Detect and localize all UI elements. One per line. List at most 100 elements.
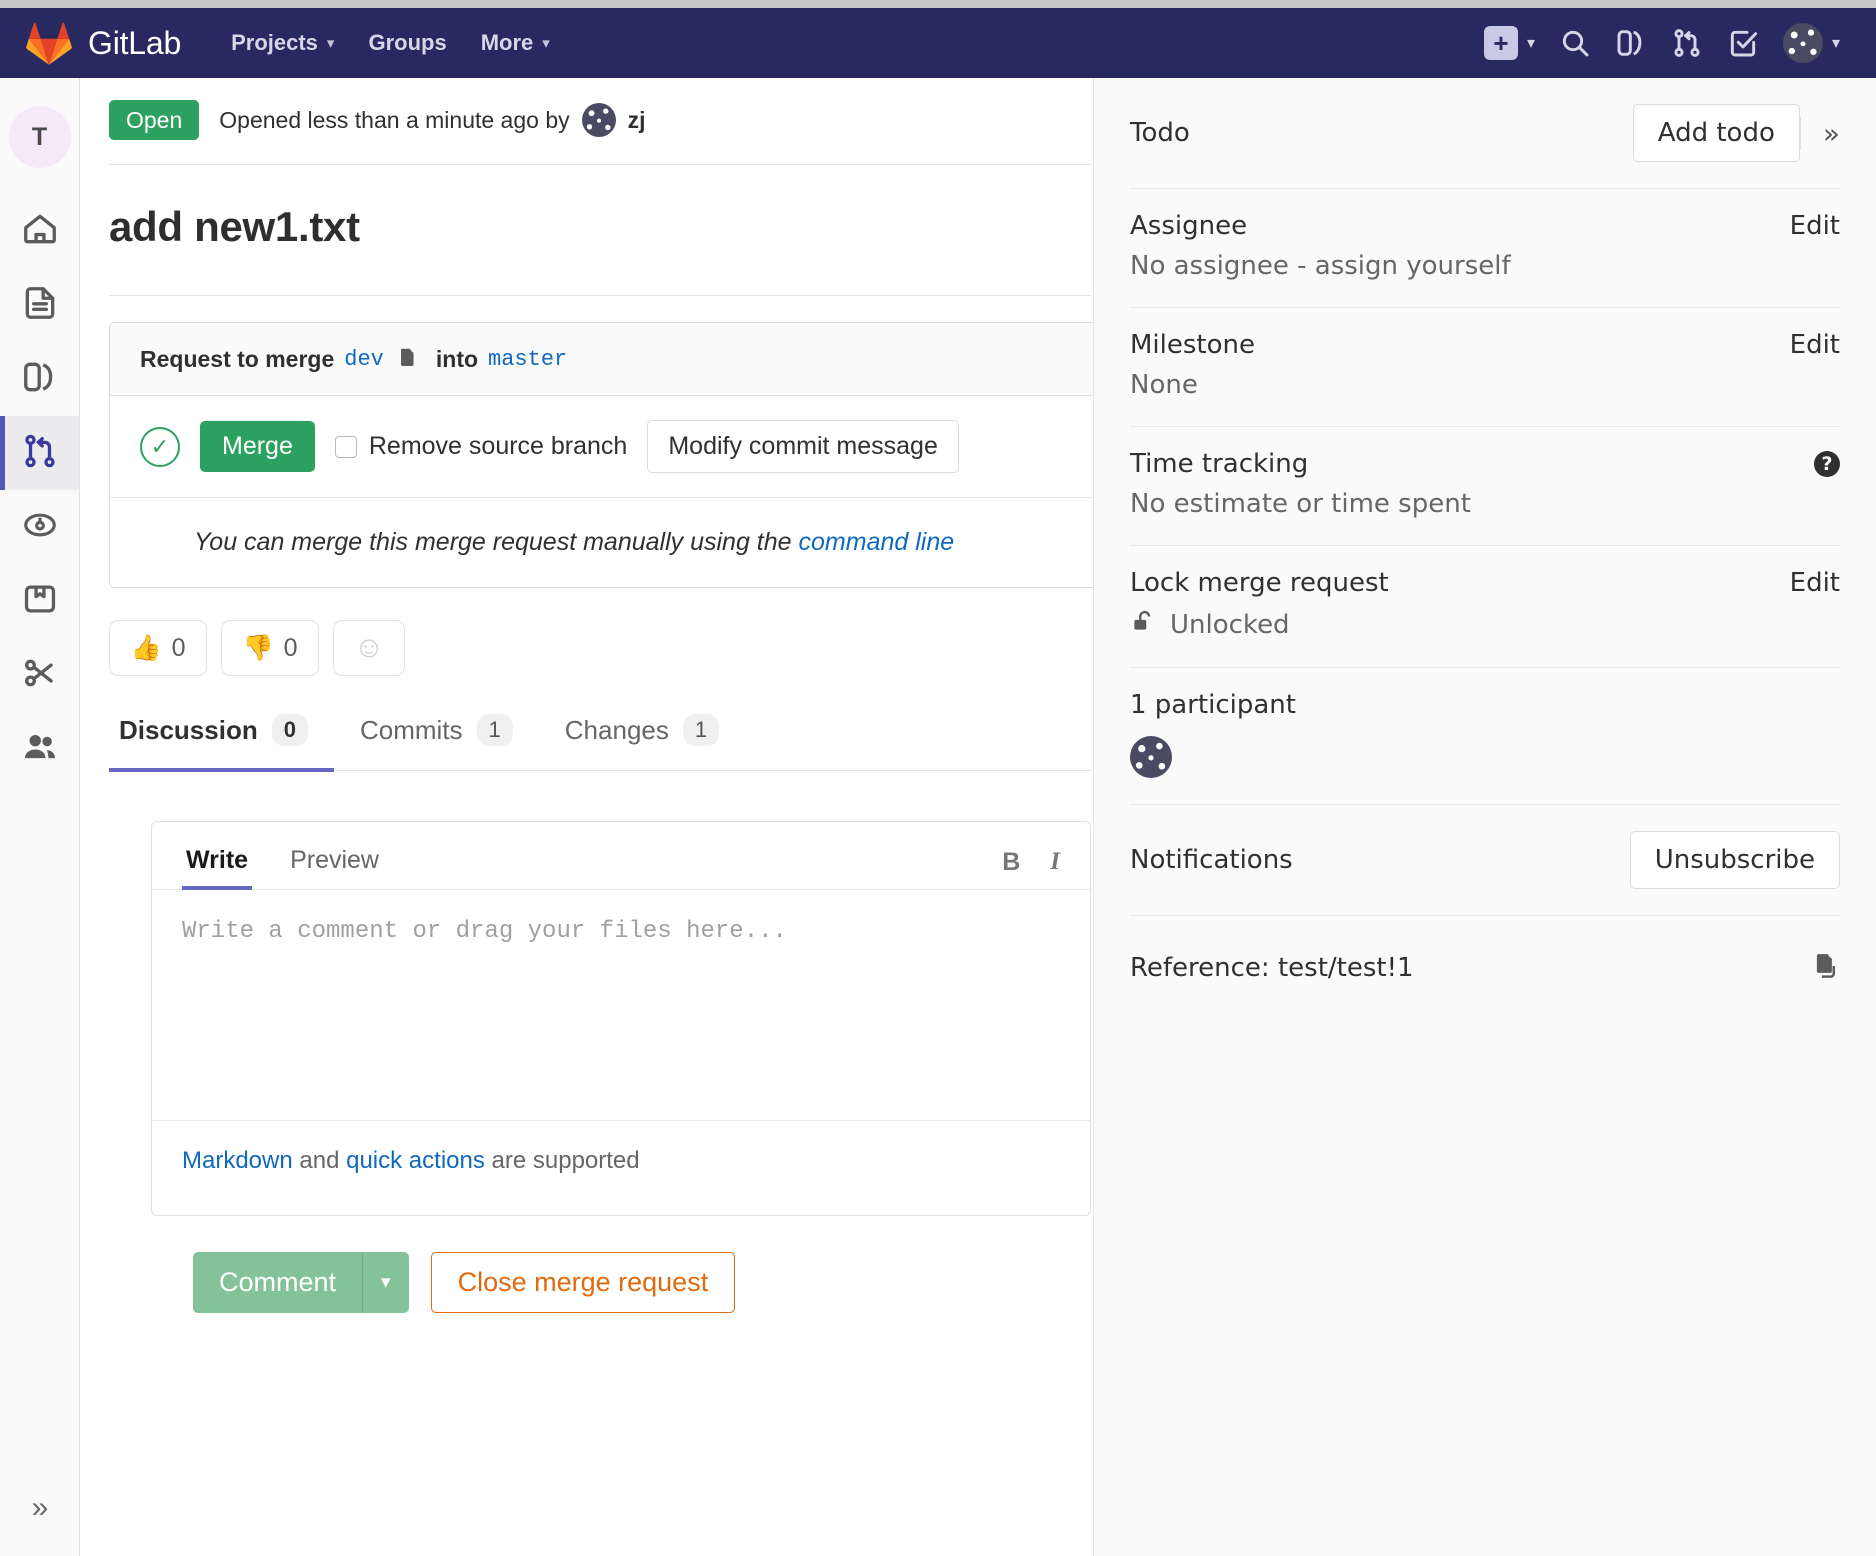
- pipelines-gauge-icon: [21, 506, 59, 549]
- copy-branch-icon[interactable]: [394, 345, 420, 373]
- thumbs-up-reaction[interactable]: 👍 0: [109, 620, 207, 677]
- help-icon[interactable]: ?: [1814, 451, 1840, 477]
- project-avatar[interactable]: T: [8, 106, 71, 168]
- collapse-sidebar-icon[interactable]: »: [1799, 116, 1840, 150]
- assignee-block: Assignee Edit No assignee - assign yours…: [1130, 189, 1840, 308]
- source-branch-link[interactable]: dev: [344, 347, 384, 372]
- comment-editor-toolbar: B I: [1002, 848, 1060, 889]
- notifications-row: Notifications Unsubscribe: [1130, 805, 1840, 916]
- nav-projects[interactable]: Projects ▾: [231, 30, 334, 56]
- assignee-value[interactable]: No assignee - assign yourself: [1130, 251, 1840, 281]
- lock-value-row: Unlocked: [1130, 608, 1840, 641]
- command-line-link[interactable]: command line: [799, 528, 955, 556]
- sidebar-item-members[interactable]: [0, 712, 79, 786]
- todos-icon[interactable]: [1727, 27, 1759, 59]
- footer-suffix: are supported: [484, 1147, 640, 1175]
- add-reaction-button[interactable]: ☺: [333, 620, 405, 677]
- assignee-edit-button[interactable]: Edit: [1790, 211, 1840, 241]
- repository-file-icon: [21, 284, 59, 327]
- comment-dropdown-caret-icon[interactable]: ▾: [362, 1252, 409, 1314]
- milestone-block: Milestone Edit None: [1130, 308, 1840, 427]
- new-item-dropdown[interactable]: + ▾: [1483, 26, 1535, 60]
- sidebar-item-project-overview[interactable]: [0, 194, 79, 268]
- window-top-scrollbar[interactable]: [0, 0, 1876, 8]
- gitlab-tanuki-logo[interactable]: [26, 21, 72, 65]
- todo-label: Todo: [1130, 118, 1190, 148]
- tab-preview[interactable]: Preview: [286, 840, 383, 889]
- markdown-link[interactable]: Markdown: [182, 1147, 293, 1174]
- unsubscribe-button[interactable]: Unsubscribe: [1629, 831, 1840, 889]
- chevron-down-icon: ▾: [1831, 35, 1840, 52]
- modify-commit-message-button[interactable]: Modify commit message: [647, 420, 959, 474]
- issues-book-icon: [21, 358, 59, 401]
- chevron-down-icon: ▾: [326, 35, 335, 52]
- merge-requests-icon: [21, 432, 59, 475]
- sidebar-collapse-button[interactable]: »: [0, 1478, 80, 1538]
- thumbs-down-reaction[interactable]: 👎 0: [221, 620, 319, 677]
- tab-changes-count: 1: [682, 714, 720, 747]
- author-name[interactable]: zj: [628, 107, 646, 134]
- nav-more-label: More: [480, 30, 534, 55]
- gitlab-brand-name[interactable]: GitLab: [88, 25, 181, 62]
- notifications-label: Notifications: [1130, 845, 1293, 875]
- time-tracking-block: Time tracking ? No estimate or time spen…: [1130, 427, 1840, 546]
- merge-into-label: into: [435, 345, 479, 372]
- page-title: add new1.txt: [109, 165, 1091, 297]
- sidebar-item-ci-cd[interactable]: [0, 490, 79, 564]
- sidebar-item-issues[interactable]: [0, 342, 79, 416]
- target-branch-link[interactable]: master: [488, 347, 567, 372]
- check-circle-icon: ✓: [140, 426, 180, 467]
- quick-actions-link[interactable]: quick actions: [346, 1147, 485, 1174]
- checkbox-box[interactable]: [334, 435, 357, 458]
- merge-request-main: Open Opened less than a minute ago by zj…: [81, 78, 1093, 1556]
- mr-right-sidebar: Todo Add todo » Assignee Edit No assigne…: [1093, 78, 1876, 1556]
- nav-more[interactable]: More ▾: [481, 30, 550, 56]
- sidebar-item-merge-requests[interactable]: [0, 416, 79, 490]
- search-icon[interactable]: [1559, 27, 1591, 59]
- merge-manually-note: You can merge this merge request manuall…: [110, 498, 1093, 587]
- tab-changes[interactable]: Changes 1: [539, 714, 745, 770]
- milestone-label: Milestone: [1130, 330, 1255, 360]
- status-badge: Open: [109, 100, 200, 141]
- comment-editor-tabs: Write Preview B I: [152, 822, 1090, 891]
- time-tracking-value: No estimate or time spent: [1130, 489, 1471, 519]
- participants-block: 1 participant: [1130, 668, 1840, 805]
- tab-commits-label: Commits: [359, 714, 463, 745]
- merge-widget-header: Request to merge dev into master: [110, 323, 1093, 397]
- milestone-edit-button[interactable]: Edit: [1790, 330, 1840, 360]
- assignee-label: Assignee: [1130, 211, 1248, 241]
- merge-button[interactable]: Merge: [200, 421, 315, 473]
- sidebar-item-repository[interactable]: [0, 268, 79, 342]
- tab-discussion-label: Discussion: [119, 714, 258, 745]
- tab-commits[interactable]: Commits 1: [334, 714, 539, 770]
- issues-icon[interactable]: [1615, 27, 1647, 59]
- participant-avatar[interactable]: [1130, 736, 1172, 778]
- tab-discussion[interactable]: Discussion 0: [109, 714, 334, 773]
- add-todo-button[interactable]: Add todo: [1632, 104, 1800, 162]
- participants-label[interactable]: 1 participant: [1130, 690, 1840, 720]
- thumbs-down-icon: 👎: [242, 633, 274, 662]
- lock-value: Unlocked: [1170, 609, 1290, 640]
- bold-icon[interactable]: B: [1002, 848, 1020, 877]
- sidebar-item-packages[interactable]: [0, 564, 79, 638]
- comment-button[interactable]: Comment: [193, 1252, 363, 1314]
- snippets-scissors-icon: [21, 654, 59, 697]
- nav-groups[interactable]: Groups: [368, 30, 446, 56]
- comment-textarea[interactable]: Write a comment or drag your files here.…: [152, 890, 1090, 1120]
- italic-icon[interactable]: I: [1050, 848, 1060, 877]
- copy-reference-icon[interactable]: [1810, 950, 1840, 986]
- tab-write[interactable]: Write: [182, 840, 253, 891]
- user-menu[interactable]: ▾: [1782, 23, 1840, 63]
- smiley-icon: ☺: [353, 631, 385, 665]
- author-avatar[interactable]: [581, 103, 616, 138]
- close-merge-request-button[interactable]: Close merge request: [430, 1252, 736, 1314]
- members-people-icon: [21, 728, 59, 771]
- merge-requests-icon[interactable]: [1671, 27, 1703, 59]
- lock-edit-button[interactable]: Edit: [1790, 568, 1840, 598]
- comment-form: Write Preview B I Write a comment or dra…: [109, 821, 1093, 1314]
- assignee-head: Assignee Edit: [1130, 211, 1840, 241]
- sidebar-item-snippets[interactable]: [0, 638, 79, 712]
- todo-row: Todo Add todo »: [1130, 78, 1840, 189]
- navbar-right-group: + ▾ ▾: [1483, 23, 1876, 63]
- remove-source-branch-checkbox[interactable]: Remove source branch: [334, 432, 627, 461]
